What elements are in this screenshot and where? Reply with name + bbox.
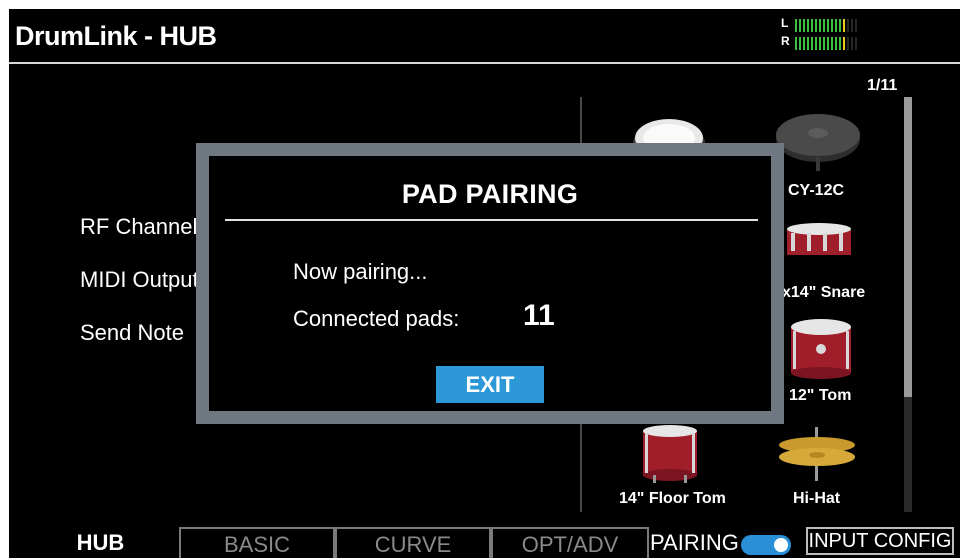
pairing-toggle[interactable] [741, 535, 791, 555]
meter-segment [823, 19, 825, 32]
meter-segment [851, 37, 853, 50]
meter-segment [819, 19, 821, 32]
left-channel-label: L [781, 16, 789, 30]
meter-segment [811, 19, 813, 32]
screen: DrumLink - HUB L R RF Channel MIDI Outpu… [9, 9, 960, 558]
pad-item-tom[interactable] [781, 315, 861, 381]
meter-segment [855, 19, 857, 32]
toggle-knob [774, 538, 788, 552]
meter-segment [795, 37, 797, 50]
page-indicator: 1/11 [867, 77, 898, 94]
meter-segment [811, 37, 813, 50]
dialog-divider [225, 219, 758, 221]
meter-segment [827, 37, 829, 50]
scrollbar-thumb[interactable] [904, 97, 912, 397]
meter-segment [795, 19, 797, 32]
pad-label-floor-tom: 14" Floor Tom [619, 490, 726, 507]
right-channel-meter: R [781, 34, 881, 50]
tab-opt-adv[interactable]: OPT/ADV [491, 527, 649, 558]
meter-segment [831, 19, 833, 32]
meter-segment [839, 37, 841, 50]
meter-segment [835, 37, 837, 50]
meter-segment [827, 19, 829, 32]
tab-basic[interactable]: BASIC [179, 527, 335, 558]
meter-segment [803, 19, 805, 32]
meter-segment [843, 37, 845, 50]
input-config-button[interactable]: INPUT CONFIG [806, 527, 954, 555]
dialog-title: PAD PAIRING [401, 179, 579, 209]
meter-segment [815, 37, 817, 50]
meter-segment [847, 37, 849, 50]
pairing-label: PAIRING [650, 530, 739, 555]
pad-label-cy12c: CY-12C [788, 182, 845, 199]
meter-segment [855, 37, 857, 50]
meter-segment [851, 19, 853, 32]
meter-segment [819, 37, 821, 50]
tab-hub[interactable]: HUB [53, 527, 148, 558]
meter-segment [803, 37, 805, 50]
pad-label-snare: x14" Snare [782, 284, 866, 301]
pad-item-hi-hat[interactable] [775, 427, 859, 483]
tab-curve[interactable]: CURVE [335, 527, 491, 558]
pairing-status: Now pairing... [293, 259, 428, 284]
meter-segment [839, 19, 841, 32]
pad-pairing-dialog: PAD PAIRING Now pairing... Connected pad… [196, 143, 784, 424]
snare-drum-icon [787, 223, 851, 255]
title-divider [9, 62, 960, 64]
connected-pads-label: Connected pads: [293, 306, 460, 331]
connected-pads-count: 11 [523, 299, 555, 332]
meter-segment [823, 37, 825, 50]
meter-segment [799, 19, 801, 32]
pad-label-tom: 12" Tom [789, 387, 852, 404]
exit-button[interactable]: EXIT [436, 366, 544, 403]
level-meter: L R [781, 15, 881, 55]
right-channel-label: R [781, 34, 790, 48]
setting-send-note[interactable]: Send Note [80, 320, 184, 346]
meter-segment [843, 19, 845, 32]
pad-item-floor-tom[interactable] [635, 423, 705, 483]
hi-hat-icon [779, 427, 855, 481]
setting-rf-channel[interactable]: RF Channel [80, 214, 197, 240]
meter-segment [831, 37, 833, 50]
meter-segment [799, 37, 801, 50]
page-title: DrumLink - HUB [15, 21, 217, 51]
setting-midi-output[interactable]: MIDI Output [80, 267, 199, 293]
meter-segment [807, 37, 809, 50]
tab-bar: HUB BASIC CURVE OPT/ADV PAIRING INPUT CO… [9, 524, 960, 558]
pad-label-hi-hat: Hi-Hat [793, 490, 841, 507]
pad-item-snare[interactable] [781, 221, 861, 261]
cymbal-icon [776, 114, 860, 171]
title-bar: DrumLink - HUB L R [9, 9, 960, 64]
pad-item-cy12c[interactable] [773, 107, 863, 177]
meter-segment [847, 19, 849, 32]
meter-segment [807, 19, 809, 32]
floor-tom-icon [643, 425, 697, 483]
left-channel-meter: L [781, 16, 881, 32]
tom-drum-icon [791, 319, 851, 379]
meter-segment [835, 19, 837, 32]
meter-segment [815, 19, 817, 32]
